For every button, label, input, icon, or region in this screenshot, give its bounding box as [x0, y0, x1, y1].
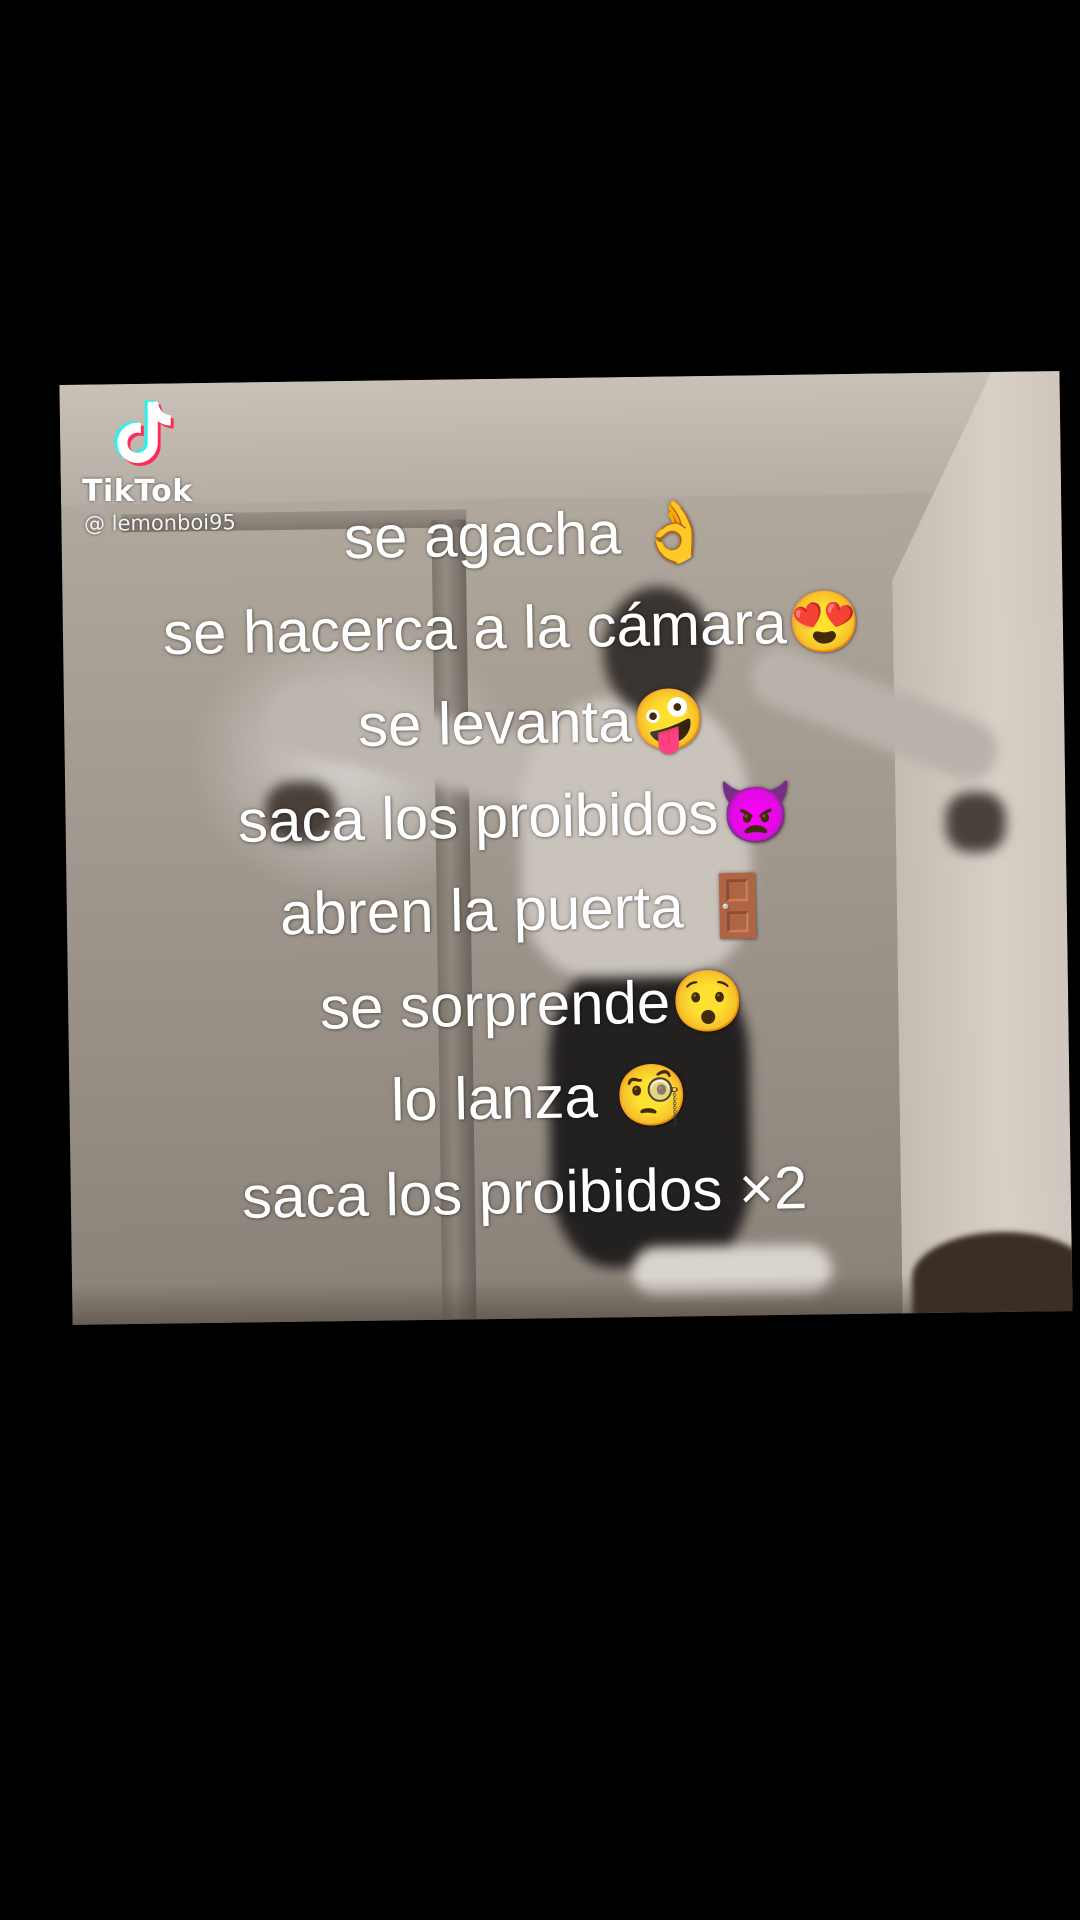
creator-handle: @ lemonboi95 [83, 510, 236, 536]
tiktok-note-icon [114, 400, 174, 466]
tiktok-wordmark: TikTok [82, 474, 193, 509]
video-screen[interactable]: TikTok @ lemonboi95 se agacha 👌 se hacer… [0, 0, 1080, 1920]
